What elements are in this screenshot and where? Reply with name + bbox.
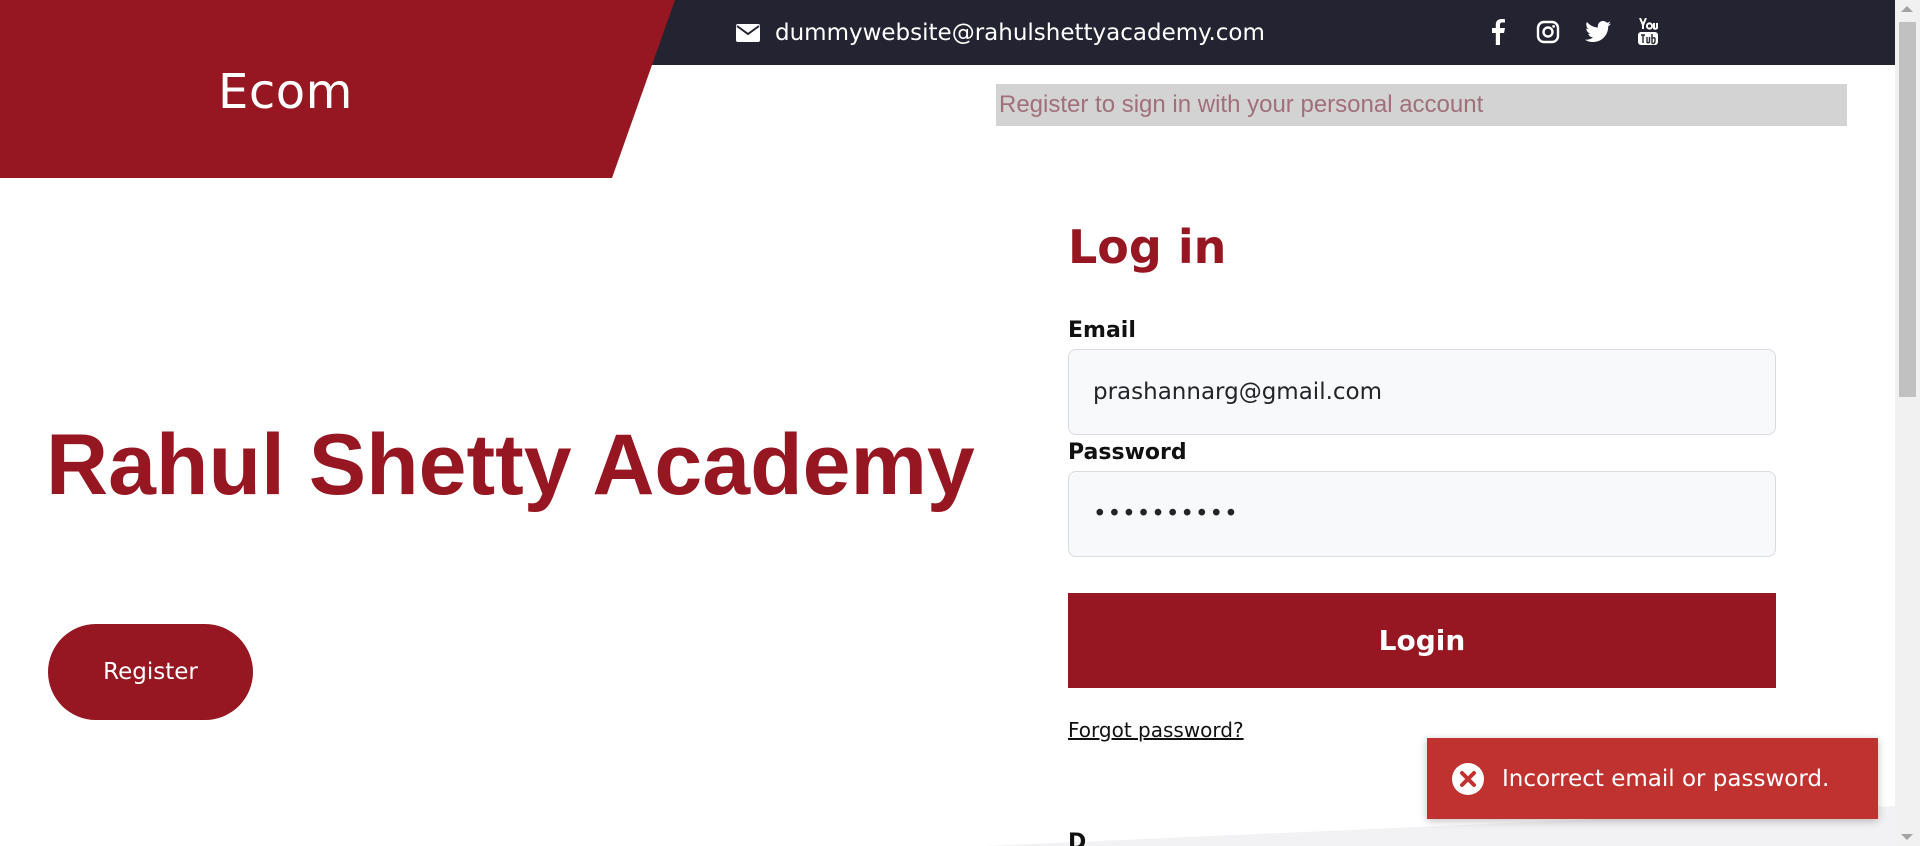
login-button[interactable]: Login	[1068, 593, 1776, 688]
facebook-icon[interactable]	[1484, 18, 1512, 46]
register-hint-banner: Register to sign in with your personal a…	[996, 84, 1847, 126]
scroll-down-icon[interactable]	[1901, 834, 1913, 840]
social-links	[1484, 18, 1662, 46]
scroll-up-icon[interactable]	[1901, 6, 1913, 12]
error-circle-icon	[1452, 762, 1484, 795]
youtube-icon[interactable]	[1634, 18, 1662, 46]
toast-message: Incorrect email or password.	[1502, 765, 1830, 792]
forgot-password-link[interactable]: Forgot password?	[1068, 718, 1244, 742]
login-form: Log in Email Password Login Forgot passw…	[1068, 220, 1776, 742]
password-label: Password	[1068, 440, 1187, 465]
password-field[interactable]	[1068, 471, 1776, 557]
envelope-icon	[736, 24, 760, 42]
partial-label: D	[1068, 830, 1087, 846]
instagram-icon[interactable]	[1534, 18, 1562, 46]
contact-email-text: dummywebsite@rahulshettyacademy.com	[775, 20, 1265, 46]
login-title: Log in	[1068, 220, 1227, 274]
register-button[interactable]: Register	[48, 624, 253, 720]
hero-title: Rahul Shetty Academy	[46, 417, 975, 513]
email-label: Email	[1068, 318, 1136, 343]
scrollbar-thumb[interactable]	[1899, 22, 1916, 397]
vertical-scrollbar[interactable]	[1895, 0, 1920, 846]
error-toast[interactable]: Incorrect email or password.	[1427, 738, 1878, 819]
twitter-icon[interactable]	[1584, 18, 1612, 46]
brand-logo-text: Ecom	[218, 64, 353, 120]
contact-email: dummywebsite@rahulshettyacademy.com	[736, 18, 1265, 48]
email-field[interactable]	[1068, 349, 1776, 435]
